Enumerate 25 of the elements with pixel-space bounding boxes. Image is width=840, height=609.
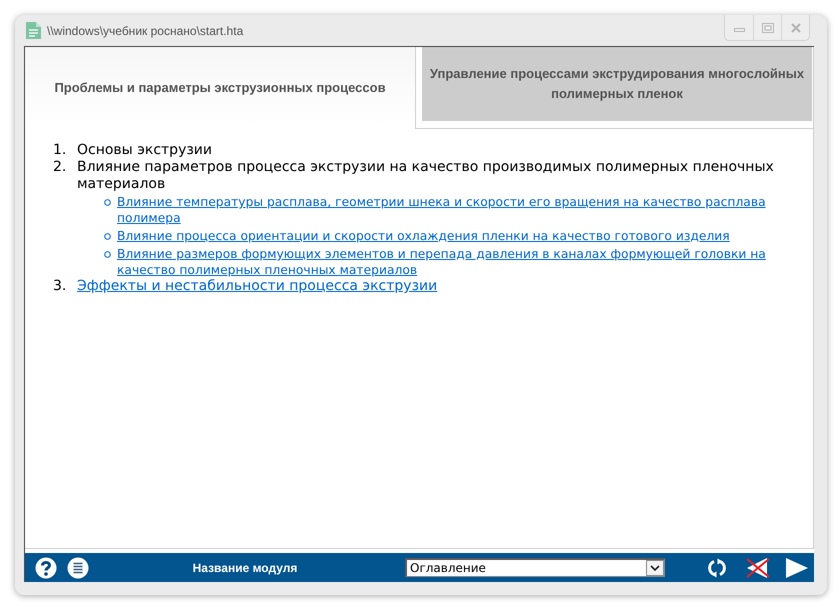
maximize-icon (762, 22, 774, 32)
topic-link[interactable]: Влияние размеров формующих элементов и перепада давления в каналах формующей головки на качество полимерных пленочных материалов (117, 246, 789, 278)
list-number: 1. (53, 142, 68, 159)
list-number: 3. (53, 278, 68, 295)
window-title: \\windows\учебник роснано\start.hta (47, 24, 244, 38)
topic-link[interactable]: Влияние температуры расплава, геометрии шнека и скорости его вращения на качество расплава полимера (117, 194, 789, 226)
module-name: Название модуля (192, 560, 298, 574)
list-number: 2. (53, 159, 68, 177)
topic-link[interactable]: Эффекты и нестабильности процесса экструзии (77, 278, 438, 295)
topic-title: Основы экструзии (77, 142, 212, 159)
topic-title: Влияние параметров процесса экструзии на качество производимых полимерных пленочных материалов (77, 159, 775, 193)
contents-dropdown[interactable]: Оглавление (405, 558, 665, 577)
document-icon (26, 22, 41, 39)
close-icon (790, 22, 800, 32)
refresh-icon[interactable] (708, 558, 726, 578)
bullet-icon (104, 233, 111, 240)
minimize-icon (734, 28, 744, 32)
topic-link[interactable]: Влияние процесса ориентации и скорости охлаждения пленки на качество готового изделия (117, 228, 789, 244)
help-icon[interactable] (35, 556, 57, 578)
bullet-icon (104, 251, 111, 258)
section-tab[interactable]: Управление процессами экструдирования многослойных полимерных пленок (422, 47, 812, 121)
list-icon[interactable] (67, 556, 89, 578)
bullet-icon (104, 199, 111, 206)
play-icon[interactable] (785, 558, 808, 578)
chevron-down-icon (646, 560, 664, 576)
